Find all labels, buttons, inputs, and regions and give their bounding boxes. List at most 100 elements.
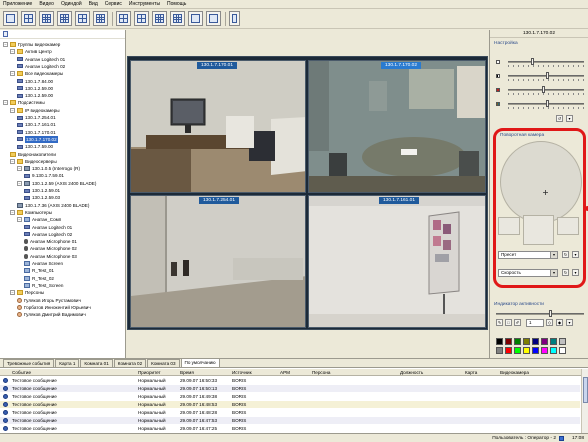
color-swatch[interactable] bbox=[496, 338, 503, 345]
tree-item[interactable]: Анатан Logitech 02 bbox=[17, 63, 65, 70]
tree-item[interactable]: Анатан Logitech 01 bbox=[17, 56, 65, 63]
layout-2x2-alt-button[interactable] bbox=[116, 11, 131, 26]
menu-item[interactable]: Приложение bbox=[3, 1, 32, 7]
menu-item[interactable]: Вид bbox=[89, 1, 98, 7]
color-swatch[interactable] bbox=[505, 347, 512, 354]
table-row[interactable]: Тестовое сообщение Нормальный 29.09.07 16:… bbox=[0, 377, 580, 384]
collapse-icon[interactable]: − bbox=[10, 71, 15, 77]
collapse-icon[interactable]: − bbox=[3, 100, 8, 106]
tree-item[interactable]: 130.1.7.36 (AXIS 2400 BLADE) bbox=[17, 202, 89, 209]
events-tab[interactable]: Карта 1 bbox=[55, 359, 80, 367]
video-cell[interactable]: 130.1.7.254.01 bbox=[130, 195, 306, 328]
preset-select[interactable]: Пресет ▾ bbox=[498, 251, 558, 259]
slider-track[interactable] bbox=[508, 100, 584, 109]
fullscreen-button[interactable] bbox=[188, 11, 203, 26]
video-cell[interactable]: 130.1.7.170.01 bbox=[130, 60, 306, 193]
column-header[interactable]: Приоритет bbox=[138, 369, 161, 376]
saturation-slider[interactable] bbox=[496, 86, 584, 95]
events-tab[interactable]: Комната 02 bbox=[113, 359, 147, 367]
color-swatch[interactable] bbox=[541, 347, 548, 354]
zoom-out-pad[interactable] bbox=[498, 217, 520, 235]
slider-thumb[interactable] bbox=[546, 100, 549, 107]
events-tab[interactable]: Комната 03 bbox=[147, 359, 180, 367]
layout-3x3-button[interactable] bbox=[39, 11, 54, 26]
slider-track[interactable] bbox=[508, 86, 584, 95]
slider-thumb[interactable] bbox=[542, 86, 546, 93]
tree-item[interactable]: − 130.1.2.59 (AXIS 2400 BLADE) bbox=[17, 180, 96, 187]
tree-item[interactable]: 130.1.7.254.01 bbox=[17, 114, 56, 121]
events-tab[interactable]: По умолчанию bbox=[180, 358, 220, 367]
layout-2x2-button[interactable] bbox=[21, 11, 36, 26]
tree-item[interactable]: 130.1.2.59.00 bbox=[17, 85, 53, 92]
color-swatch[interactable] bbox=[496, 347, 503, 354]
brush-tool-button[interactable]: ✎ bbox=[496, 319, 503, 326]
tree-item[interactable]: − IP видеокамеры bbox=[10, 107, 60, 114]
slider-track[interactable] bbox=[508, 58, 584, 67]
collapse-icon[interactable]: − bbox=[3, 42, 8, 47]
speed-select[interactable]: Скорость ▾ bbox=[498, 269, 558, 277]
rectangle-tool-button[interactable]: □ bbox=[505, 319, 512, 326]
menu-item[interactable]: Инструменты bbox=[129, 1, 160, 7]
tree-item[interactable]: Анатан Logitech 02 bbox=[24, 231, 72, 238]
menu-item[interactable]: Одиндой bbox=[61, 1, 82, 7]
tree-item[interactable]: Анатан Logitech 01 bbox=[24, 224, 72, 231]
slider-track[interactable] bbox=[496, 310, 584, 317]
reset-settings-button[interactable]: ↺ bbox=[556, 115, 563, 122]
tree-item[interactable]: − 130.1.0.5 (Interrogo (R) bbox=[17, 165, 80, 172]
tree-item[interactable]: 130.1.7.161.01 bbox=[17, 121, 56, 128]
color-swatch[interactable] bbox=[514, 338, 521, 345]
settings-menu-button[interactable]: ▾ bbox=[566, 115, 573, 122]
tree-item[interactable]: R_Test_02 bbox=[24, 275, 54, 282]
tree-item[interactable]: R_Test_01 bbox=[24, 267, 54, 274]
tree-item[interactable]: Анатан Microphone 03 bbox=[24, 253, 77, 260]
tree-item[interactable]: 9.130.1.7.59.01 bbox=[24, 172, 64, 179]
color-swatch[interactable] bbox=[559, 347, 566, 354]
column-header[interactable]: Карта bbox=[465, 369, 477, 376]
layout-1plus5-button[interactable] bbox=[75, 11, 90, 26]
collapse-icon[interactable]: − bbox=[17, 217, 22, 223]
tree-item[interactable]: Видеонакопители bbox=[10, 151, 56, 158]
color-swatch[interactable] bbox=[541, 338, 548, 345]
indicator-option-button[interactable]: ◇ bbox=[546, 319, 553, 326]
preset-go-button[interactable]: ↻ bbox=[562, 251, 569, 258]
contrast-slider[interactable] bbox=[496, 72, 584, 81]
table-row[interactable]: Тестовое сообщение Нормальный 29.09.07 16:… bbox=[0, 393, 580, 400]
table-row[interactable]: Тестовое сообщение Нормальный 29.09.07 16:… bbox=[0, 425, 580, 432]
collapse-icon[interactable]: − bbox=[10, 158, 15, 164]
events-scrollbar[interactable] bbox=[581, 369, 588, 433]
tree-item[interactable]: 130.1.7.59.00 bbox=[17, 143, 53, 150]
color-swatch[interactable] bbox=[514, 347, 521, 354]
tree-item[interactable]: R_Test_Screen bbox=[24, 282, 63, 289]
layout-4x4-button[interactable] bbox=[57, 11, 72, 26]
tree-item[interactable]: Анатан Microphone 01 bbox=[24, 238, 77, 245]
tree-item[interactable]: − Компьютеры bbox=[10, 209, 52, 216]
color-swatch[interactable] bbox=[523, 347, 530, 354]
table-row[interactable]: Тестовое сообщение Нормальный 29.09.07 16:… bbox=[0, 417, 580, 424]
color-swatch[interactable] bbox=[550, 347, 557, 354]
table-row[interactable]: Тестовое сообщение Нормальный 29.09.07 16:… bbox=[0, 409, 580, 416]
color-swatch[interactable] bbox=[505, 338, 512, 345]
layout-grid-button[interactable] bbox=[152, 11, 167, 26]
scrollbar-thumb[interactable] bbox=[583, 377, 588, 403]
color-swatch[interactable] bbox=[532, 338, 539, 345]
tree-item[interactable]: 130.1.2.59.03 bbox=[24, 194, 60, 201]
zoom-in-pad[interactable] bbox=[557, 217, 579, 235]
layout-1plus7-button[interactable] bbox=[93, 11, 108, 26]
tree-item[interactable]: − Все видеокамеры bbox=[10, 70, 63, 77]
column-header[interactable]: Персона bbox=[312, 369, 330, 376]
tree-item[interactable]: − Анатан_Сомп bbox=[17, 216, 61, 223]
window-mode-button[interactable] bbox=[206, 11, 221, 26]
events-tab[interactable]: Комната 01 bbox=[80, 359, 113, 367]
preset-menu-button[interactable]: ▾ bbox=[572, 251, 579, 258]
color-swatch[interactable] bbox=[523, 338, 530, 345]
table-row[interactable]: Тестовое сообщение Нормальный 29.09.07 16:… bbox=[0, 401, 580, 408]
collapse-icon[interactable]: − bbox=[10, 49, 15, 55]
tree-item[interactable]: Горбатов Иннокентий Юрьевич bbox=[17, 304, 91, 311]
video-cell[interactable]: 130.1.7.161.01 bbox=[308, 195, 486, 328]
table-row[interactable]: Тестовое сообщение Нормальный 29.09.07 16:… bbox=[0, 385, 580, 392]
layout-1x1-button[interactable] bbox=[3, 11, 18, 26]
new-document-icon[interactable] bbox=[3, 31, 8, 37]
color-swatch[interactable] bbox=[559, 338, 566, 345]
tree-item[interactable]: − Подсистемы bbox=[3, 99, 45, 106]
collapse-icon[interactable]: − bbox=[10, 209, 15, 215]
